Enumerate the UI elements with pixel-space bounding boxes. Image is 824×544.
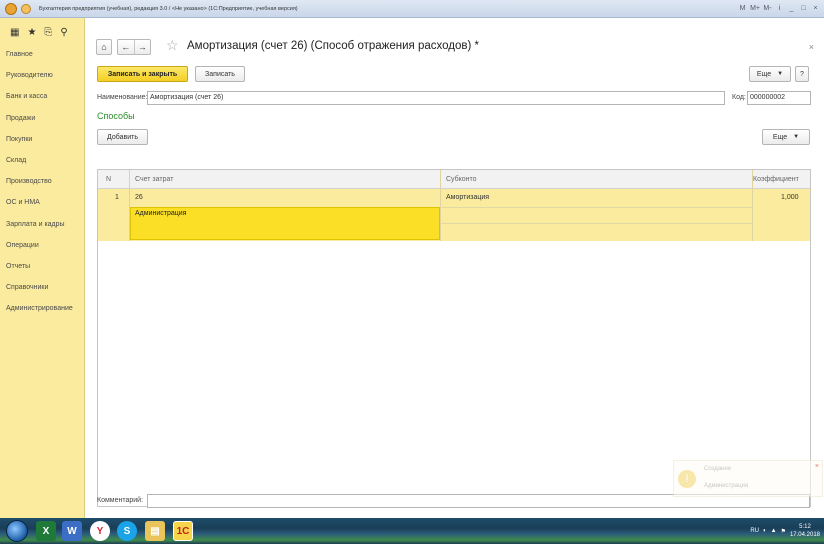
- sidebar-item-reports[interactable]: Отчеты: [0, 256, 84, 277]
- nav-arrows: ← →: [117, 39, 151, 55]
- menu-grid-icon[interactable]: ▦: [10, 27, 19, 38]
- table-more-label: Еще: [772, 133, 788, 141]
- favorite-star-icon[interactable]: ☆: [166, 37, 179, 54]
- column-header-account[interactable]: Счет затрат: [135, 170, 173, 189]
- form-area: ⌂ ← → ☆ Амортизация (счет 26) (Способ от…: [86, 18, 824, 518]
- search-icon[interactable]: ⚲: [60, 27, 67, 38]
- info-icon[interactable]: i: [775, 2, 784, 15]
- subconto-cell[interactable]: Амортизация: [446, 194, 489, 201]
- home-button[interactable]: ⌂: [96, 39, 112, 55]
- file-explorer-icon[interactable]: ▤: [145, 521, 165, 541]
- comment-label: Комментарий:: [97, 497, 144, 504]
- 1c-app-icon[interactable]: 1С: [173, 521, 193, 541]
- history-icon[interactable]: ⎘: [44, 27, 52, 38]
- sidebar-item-main[interactable]: Главное: [0, 44, 84, 65]
- sidebar-item-payroll[interactable]: Зарплата и кадры: [0, 214, 84, 235]
- app-menu-icon[interactable]: [21, 3, 31, 14]
- section-title: Способы: [97, 111, 135, 121]
- flag-icon[interactable]: ⚑: [781, 528, 786, 535]
- column-header-n[interactable]: N: [106, 170, 111, 189]
- table-row[interactable]: 1 26 Амортизация 1,000 Администрация: [98, 189, 810, 241]
- row-divider: [440, 223, 752, 224]
- sidebar-item-assets[interactable]: ОС и НМА: [0, 192, 84, 213]
- taskbar: X W Y S ▤ 1С RU ◐ ▲ ⚑ 5:12 17.04.2018: [0, 518, 824, 544]
- network-icon[interactable]: ▲: [771, 528, 777, 534]
- close-window-icon[interactable]: ×: [811, 2, 820, 15]
- table-header: N Счет затрат Субконто Коэффициент: [98, 170, 810, 189]
- form-title: Амортизация (счет 26) (Способ отражения …: [187, 40, 479, 52]
- active-subconto-cell[interactable]: Администрация: [130, 207, 440, 240]
- more-actions-label: Еще: [756, 70, 772, 78]
- clock-time: 5:12: [799, 524, 811, 530]
- maximize-icon[interactable]: □: [799, 2, 808, 15]
- close-notification-icon[interactable]: ×: [815, 463, 819, 470]
- coefficient-cell[interactable]: 1,000: [781, 194, 799, 201]
- save-and-close-button[interactable]: Записать и закрыть: [97, 66, 188, 82]
- methods-table: N Счет затрат Субконто Коэффициент 1 26 …: [97, 169, 811, 507]
- memory-icon[interactable]: M: [738, 2, 747, 15]
- account-cell[interactable]: 26: [135, 194, 143, 201]
- memory-plus-icon[interactable]: M+: [750, 2, 760, 15]
- sidebar-item-catalogs[interactable]: Справочники: [0, 277, 84, 298]
- name-label: Наименование:: [97, 94, 148, 101]
- system-tray: RU ◐ ▲ ⚑ 5:12 17.04.2018: [750, 521, 820, 541]
- notification-popup[interactable]: ! Создание Администрация ×: [673, 460, 823, 497]
- column-header-subconto[interactable]: Субконто: [446, 170, 477, 189]
- column-divider: [752, 170, 753, 241]
- code-field[interactable]: 000000002: [747, 91, 811, 105]
- home-icon: ⌂: [101, 42, 107, 52]
- sections-toolbar: ▦ ★ ⎘ ⚲: [0, 18, 84, 38]
- row-divider: [440, 207, 752, 208]
- table-more-button[interactable]: Еще ▼: [762, 129, 810, 145]
- clock-date: 17.04.2018: [789, 532, 820, 538]
- memory-minus-icon[interactable]: M-: [763, 2, 772, 15]
- forward-arrow-icon[interactable]: →: [135, 40, 151, 54]
- clock[interactable]: 5:12 17.04.2018: [790, 523, 820, 539]
- sidebar-item-production[interactable]: Производство: [0, 171, 84, 192]
- excel-icon[interactable]: X: [36, 521, 56, 541]
- more-actions-button[interactable]: Еще ▼: [749, 66, 791, 82]
- favorites-star-icon[interactable]: ★: [27, 27, 36, 38]
- minimize-icon[interactable]: _: [787, 2, 796, 15]
- row-number: 1: [115, 194, 119, 201]
- sidebar-item-operations[interactable]: Операции: [0, 235, 84, 256]
- sections-menu: Главное Руководителю Банк и касса Продаж…: [0, 44, 84, 319]
- column-divider: [440, 170, 441, 241]
- sidebar-item-manager[interactable]: Руководителю: [0, 65, 84, 86]
- save-button[interactable]: Записать: [195, 66, 245, 82]
- sidebar-item-sales[interactable]: Продажи: [0, 108, 84, 129]
- name-field[interactable]: Амортизация (счет 26): [147, 91, 725, 105]
- yandex-browser-icon[interactable]: Y: [90, 521, 110, 541]
- window-titlebar: Бухгалтерия предприятия (учебная), редак…: [0, 0, 824, 18]
- sidebar-item-warehouse[interactable]: Склад: [0, 150, 84, 171]
- window-title: Бухгалтерия предприятия (учебная), редак…: [39, 5, 298, 12]
- language-indicator[interactable]: RU: [750, 528, 759, 534]
- column-divider: [129, 170, 130, 241]
- word-icon[interactable]: W: [62, 521, 82, 541]
- start-button[interactable]: [6, 520, 28, 542]
- chevron-down-icon: ▼: [793, 134, 800, 140]
- code-label: Код:: [732, 94, 746, 101]
- close-form-icon[interactable]: ×: [809, 42, 814, 52]
- sidebar-item-purchases[interactable]: Покупки: [0, 129, 84, 150]
- sections-panel: ▦ ★ ⎘ ⚲ Главное Руководителю Банк и касс…: [0, 18, 85, 518]
- chevron-down-icon: ▼: [777, 71, 784, 77]
- titlebar-tools: M M+ M- i _ □ ×: [738, 2, 820, 15]
- help-button[interactable]: ?: [795, 66, 809, 82]
- notification-title: Создание: [704, 466, 732, 472]
- app-logo-icon[interactable]: [5, 2, 17, 15]
- sidebar-item-bank[interactable]: Банк и касса: [0, 86, 84, 107]
- notification-icon: !: [678, 470, 696, 488]
- notification-text[interactable]: Администрация: [704, 483, 748, 489]
- column-header-coefficient[interactable]: Коэффициент: [753, 170, 799, 189]
- back-arrow-icon[interactable]: ←: [118, 40, 135, 54]
- skype-icon[interactable]: S: [117, 521, 137, 541]
- volume-icon[interactable]: ◐: [763, 528, 767, 534]
- sidebar-item-admin[interactable]: Администрирование: [0, 298, 84, 319]
- add-row-button[interactable]: Добавить: [97, 129, 148, 145]
